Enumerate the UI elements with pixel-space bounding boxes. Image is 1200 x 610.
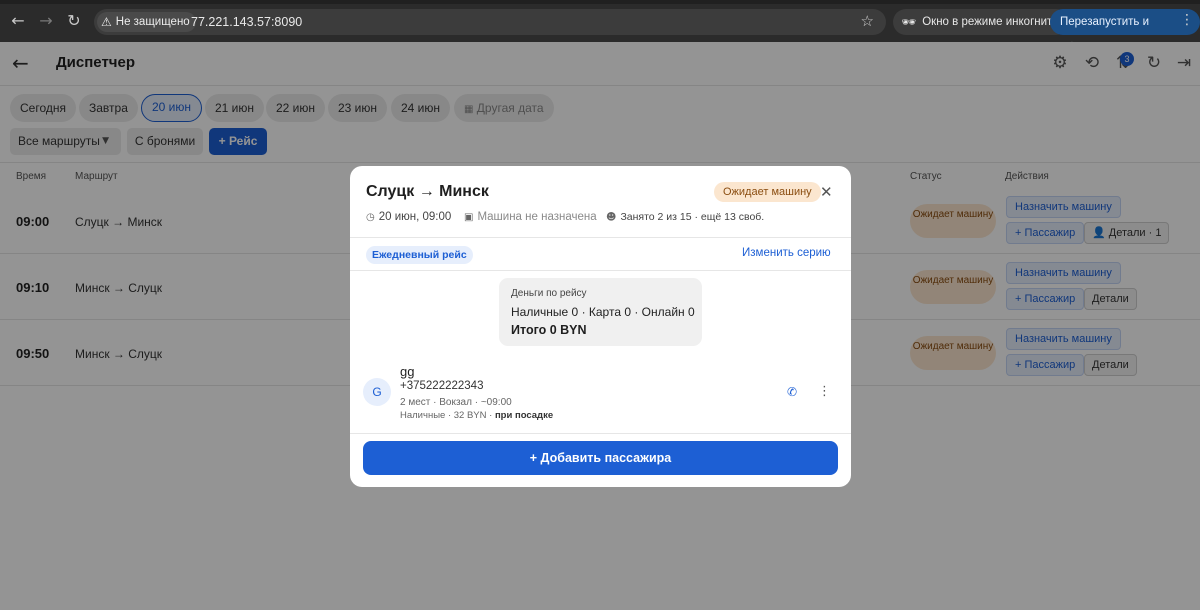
passenger-phone: +375222222343: [400, 380, 484, 392]
incognito-label: Окно в режиме инкогнито: [922, 16, 1059, 28]
security-chip[interactable]: ⚠ Не защищено: [97, 12, 196, 32]
bus-icon: ▣: [464, 211, 474, 223]
more-vert-icon[interactable]: ⋮: [818, 384, 831, 399]
phone-icon[interactable]: ✆: [787, 385, 797, 399]
reload-icon[interactable]: ↻: [64, 11, 84, 31]
incognito-indicator[interactable]: 🕶 Окно в режиме инкогнито: [893, 9, 1069, 35]
warning-icon: ⚠: [101, 15, 112, 29]
trip-occupancy-text: Занято 2 из 15 · ещё 13 своб.: [620, 211, 765, 223]
dialog-title: Слуцк → Минск: [366, 183, 489, 200]
people-icon: ☻: [606, 211, 617, 223]
close-icon[interactable]: ✕: [820, 183, 833, 201]
trip-dialog: Слуцк → Минск Ожидает машину ✕ ◷ 20 июн,…: [350, 166, 851, 487]
back-icon[interactable]: ←: [8, 11, 28, 31]
clock-icon: ◷: [366, 211, 375, 223]
trip-datetime: ◷ 20 июн, 09:00: [366, 211, 451, 223]
divider: [350, 433, 851, 434]
money-breakdown: Наличные 0 · Карта 0 · Онлайн 0: [511, 305, 695, 319]
status-badge: Ожидает машину: [714, 182, 821, 202]
trip-vehicle-text: Машина не назначена: [477, 211, 597, 223]
divider: [350, 270, 851, 271]
passenger-payment-text: Наличные · 32 BYN ·: [400, 410, 495, 421]
trip-money-card: Деньги по рейсу Наличные 0 · Карта 0 · О…: [499, 278, 702, 346]
passenger-payment-when: при посадке: [494, 410, 554, 421]
security-label: Не защищено: [115, 16, 190, 28]
change-series-link[interactable]: Изменить серию: [742, 247, 831, 259]
trip-occupancy: ☻ Занято 2 из 15 · ещё 13 своб.: [606, 211, 764, 223]
trip-vehicle: ▣ Машина не назначена: [464, 211, 597, 223]
money-total: Итого 0 BYN: [511, 323, 587, 337]
avatar: G: [363, 378, 391, 406]
daily-trip-badge: Ежедневный рейс: [366, 246, 473, 264]
money-header: Деньги по рейсу: [511, 288, 587, 299]
passenger-name: gg: [400, 364, 415, 379]
add-passenger-button[interactable]: + Добавить пассажира: [363, 441, 838, 475]
passenger-info: 2 мест · Вокзал · ~09:00: [400, 397, 512, 408]
incognito-icon: 🕶: [901, 15, 917, 29]
url-text[interactable]: 77.221.143.57:8090: [191, 9, 302, 35]
tab-strip: [0, 0, 1200, 4]
star-icon[interactable]: ☆: [861, 12, 874, 30]
forward-icon[interactable]: →: [36, 11, 56, 31]
trip-datetime-text: 20 июн, 09:00: [378, 211, 452, 223]
divider: [350, 237, 851, 238]
relaunch-button[interactable]: Перезапустить и обновить: [1050, 9, 1200, 54]
browser-menu-icon[interactable]: ⋮: [1180, 12, 1194, 28]
browser-toolbar: ← → ↻ ⚠ Не защищено 77.221.143.57:8090 ☆…: [0, 0, 1200, 54]
address-bar[interactable]: ⚠ Не защищено 77.221.143.57:8090 ☆: [94, 9, 886, 35]
passenger-payment: Наличные · 32 BYN · при посадке: [400, 410, 553, 421]
